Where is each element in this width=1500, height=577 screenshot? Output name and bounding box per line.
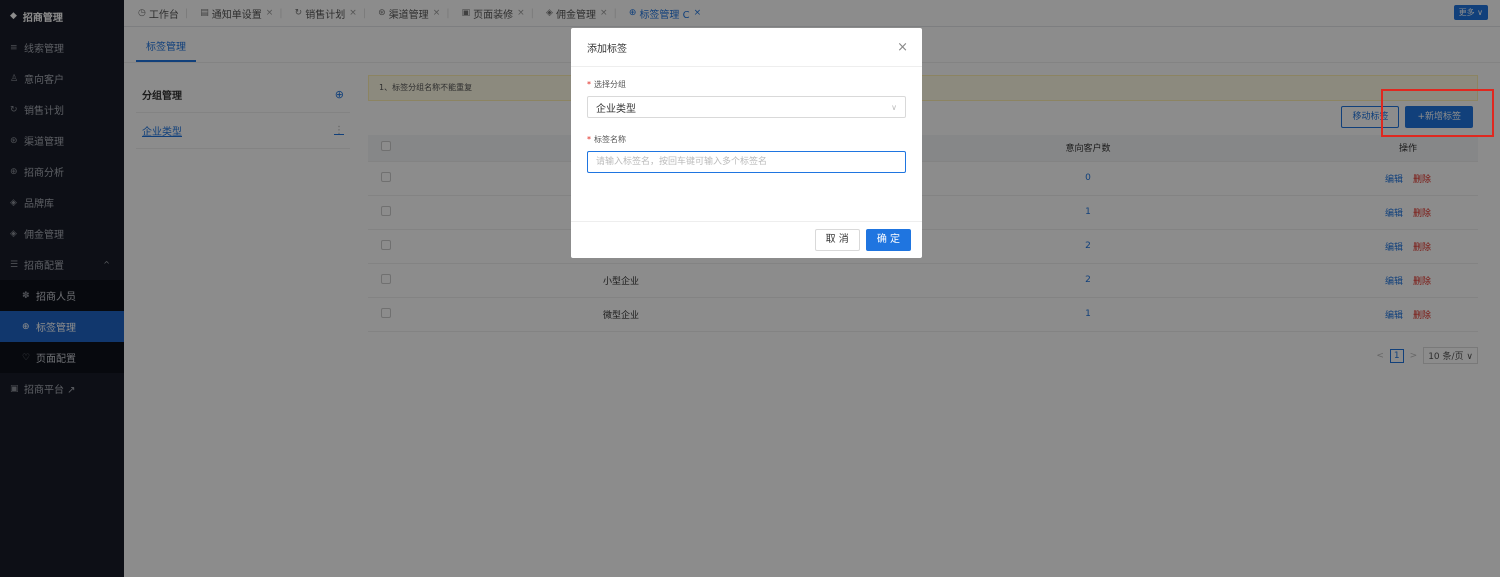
chevron-down-icon: ∨ (891, 102, 897, 112)
app-root: ◆ 招商管理 ≡ 线索管理 ♙ 意向客户 ↻ 销售计划 ⊛ 渠道管理 ⊕ 招商分析 ◈ 品牌… (0, 0, 1500, 577)
dialog-footer: 取 消 确 定 (571, 221, 922, 258)
close-icon[interactable]: × (897, 40, 908, 55)
dialog-body: * 选择分组 企业类型 ∨ * 标签名称 (571, 67, 922, 173)
name-field-label-text: 标签名称 (594, 135, 626, 144)
confirm-button[interactable]: 确 定 (865, 229, 911, 251)
highlight-annotation (1381, 89, 1494, 137)
tag-name-input[interactable] (587, 151, 906, 173)
required-mark: * (587, 80, 591, 89)
group-field-label: * 选择分组 (587, 79, 906, 90)
dialog-header: 添加标签 × (571, 28, 922, 67)
group-select[interactable]: 企业类型 ∨ (587, 96, 906, 118)
name-field-label: * 标签名称 (587, 134, 906, 145)
group-field-label-text: 选择分组 (594, 80, 626, 89)
cancel-button[interactable]: 取 消 (814, 229, 860, 251)
group-select-value: 企业类型 (596, 103, 636, 115)
dialog-title: 添加标签 (587, 43, 627, 55)
required-mark: * (587, 135, 591, 144)
add-tag-dialog: 添加标签 × *选择分组 企业类型 ∨ *标签名称 取 消 确 定 (571, 28, 922, 258)
